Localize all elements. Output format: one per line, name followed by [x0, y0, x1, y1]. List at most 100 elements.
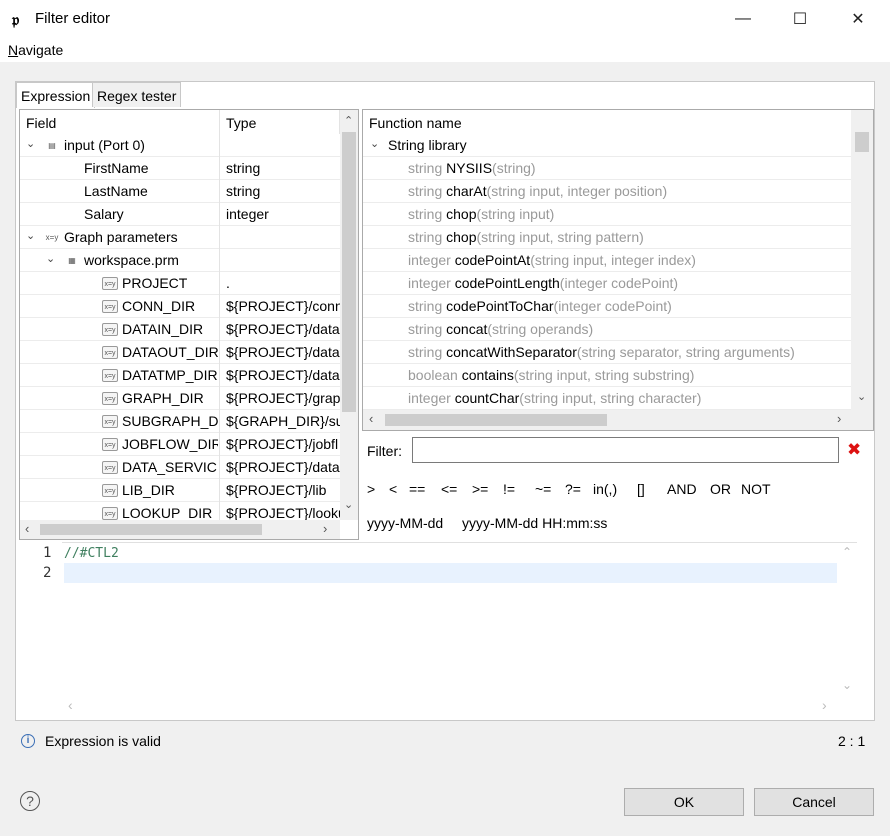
tab-regex-tester[interactable]: Regex tester	[92, 82, 182, 107]
code-line[interactable]: //#CTL2	[64, 546, 119, 561]
scroll-up-arrow-icon[interactable]: ⌃	[344, 114, 353, 127]
operator-button[interactable]: ~=	[535, 481, 551, 497]
tree-row[interactable]: FirstName string	[20, 157, 340, 180]
ok-button[interactable]: OK	[624, 788, 744, 816]
field-tree-vscrollbar[interactable]: ⌃ ⌄	[340, 110, 358, 520]
operator-button[interactable]: >	[367, 481, 375, 497]
chevron-down-icon[interactable]: ⌄	[26, 137, 35, 150]
function-row[interactable]: string charAt(string input, integer posi…	[363, 180, 851, 203]
scroll-up-arrow-icon[interactable]: ⌃	[842, 545, 852, 559]
function-name-header[interactable]: Function name	[363, 110, 851, 134]
chevron-down-icon[interactable]: ⌄	[370, 137, 379, 150]
tree-row[interactable]: x=y DATA_SERVICE_D ${PROJECT}/data	[20, 456, 340, 479]
field-tree-hscroll-thumb[interactable]	[40, 524, 262, 535]
tree-row[interactable]: x=y CONN_DIR ${PROJECT}/conn	[20, 295, 340, 318]
operator-button[interactable]: NOT	[741, 481, 771, 497]
line-number: 1	[43, 545, 52, 561]
function-list-vscroll-thumb[interactable]	[855, 132, 869, 152]
scroll-right-arrow-icon[interactable]: ›	[822, 697, 827, 713]
operator-button[interactable]: <	[389, 481, 397, 497]
operator-button[interactable]: ?=	[565, 481, 581, 497]
tree-row[interactable]: x=y GRAPH_DIR ${PROJECT}/grap	[20, 387, 340, 410]
chevron-down-icon[interactable]: ⌄	[46, 252, 55, 265]
function-row[interactable]: string concatWithSeparator(string separa…	[363, 341, 851, 364]
field-name: CONN_DIR	[122, 298, 196, 314]
help-icon[interactable]: ?	[20, 791, 40, 811]
function-row[interactable]: string codePointToChar(integer codePoint…	[363, 295, 851, 318]
function-row[interactable]: integer countChar(string input, string c…	[363, 387, 851, 410]
function-list-hscroll-thumb[interactable]	[385, 414, 607, 426]
field-type: integer	[226, 206, 269, 222]
operator-button[interactable]: []	[637, 481, 645, 497]
type-column-header[interactable]: Type	[220, 110, 340, 134]
scroll-down-arrow-icon[interactable]: ⌄	[842, 678, 852, 692]
scroll-right-arrow-icon[interactable]: ›	[323, 521, 327, 536]
column-divider	[219, 272, 220, 295]
clear-filter-icon[interactable]: ✖	[847, 440, 861, 460]
operator-button[interactable]: >=	[472, 481, 488, 497]
close-button[interactable]: ✕	[829, 0, 887, 38]
scroll-down-arrow-icon[interactable]: ⌄	[344, 498, 353, 511]
param-icon: x=y	[102, 346, 118, 359]
field-name: LOOKUP_DIR	[122, 505, 213, 521]
param-icon: x=y	[102, 415, 118, 428]
field-name: Salary	[84, 206, 124, 222]
operator-button[interactable]: AND	[667, 481, 697, 497]
tree-row[interactable]: x=y LIB_DIR ${PROJECT}/lib	[20, 479, 340, 502]
param-icon: x=y	[102, 369, 118, 382]
tree-row[interactable]: x=y DATAOUT_DIR ${PROJECT}/data	[20, 341, 340, 364]
function-row[interactable]: string chop(string input, string pattern…	[363, 226, 851, 249]
function-row[interactable]: boolean contains(string input, string su…	[363, 364, 851, 387]
function-return-type: string	[408, 344, 447, 360]
scroll-right-arrow-icon[interactable]: ›	[837, 411, 841, 426]
field-name: FirstName	[84, 160, 149, 176]
operator-button[interactable]: <=	[441, 481, 457, 497]
tree-row[interactable]: ⌄ ▤ input (Port 0)	[20, 134, 340, 157]
tree-row[interactable]: x=y DATATMP_DIR ${PROJECT}/data	[20, 364, 340, 387]
tree-row[interactable]: Salary integer	[20, 203, 340, 226]
tree-row[interactable]: x=y SUBGRAPH_DIR ${GRAPH_DIR}/su	[20, 410, 340, 433]
operator-button[interactable]: !=	[503, 481, 515, 497]
filter-input[interactable]	[412, 437, 839, 463]
tree-row[interactable]: x=y JOBFLOW_DIR ${PROJECT}/jobfl	[20, 433, 340, 456]
tree-row[interactable]: x=y PROJECT.	[20, 272, 340, 295]
minimize-button[interactable]: —	[714, 0, 772, 38]
column-divider	[219, 203, 220, 226]
field-type: string	[226, 160, 261, 176]
operator-button[interactable]: OR	[710, 481, 731, 497]
function-row[interactable]: string chop(string input)	[363, 203, 851, 226]
scroll-left-arrow-icon[interactable]: ‹	[25, 521, 29, 536]
field-tree-hscrollbar[interactable]: ‹ ›	[20, 520, 340, 539]
scroll-left-arrow-icon[interactable]: ‹	[68, 697, 73, 713]
column-divider	[219, 387, 220, 410]
operator-button[interactable]: ==	[409, 481, 425, 497]
function-row[interactable]: integer codePointAt(string input, intege…	[363, 249, 851, 272]
function-list-hscrollbar[interactable]: ‹ ›	[363, 410, 873, 430]
function-row[interactable]: string NYSIIS(string)	[363, 157, 851, 180]
field-tree[interactable]: Field Type ⌄ ▤ input (Port 0) FirstName stri…	[19, 109, 359, 540]
function-name: charAt	[446, 183, 487, 199]
tree-row[interactable]: ⌄ x=y Graph parameters	[20, 226, 340, 249]
maximize-button[interactable]: ☐	[771, 0, 829, 38]
tree-row[interactable]: LastName string	[20, 180, 340, 203]
tree-row[interactable]: ⌄ ▦ workspace.prm	[20, 249, 340, 272]
cancel-button[interactable]: Cancel	[754, 788, 874, 816]
function-row[interactable]: string concat(string operands)	[363, 318, 851, 341]
operator-button[interactable]: in(,)	[593, 481, 617, 497]
chevron-down-icon[interactable]: ⌄	[26, 229, 35, 242]
menu-navigate[interactable]: Navigate	[8, 42, 63, 58]
date-format-short[interactable]: yyyy-MM-dd	[367, 515, 443, 531]
field-column-header[interactable]: Field	[20, 110, 220, 134]
field-type: ${GRAPH_DIR}/su	[226, 413, 340, 429]
scroll-down-arrow-icon[interactable]: ⌄	[857, 390, 866, 403]
tree-row[interactable]: x=y DATAIN_DIR ${PROJECT}/data	[20, 318, 340, 341]
date-format-long[interactable]: yyyy-MM-dd HH:mm:ss	[462, 515, 607, 531]
function-list[interactable]: Function name ⌄ String library string NY…	[362, 109, 874, 431]
function-list-vscrollbar[interactable]: ⌄	[851, 110, 873, 410]
cursor-position: 2 : 1	[838, 733, 866, 749]
field-tree-vscroll-thumb[interactable]	[342, 132, 356, 412]
function-group-row[interactable]: ⌄ String library	[363, 134, 851, 157]
function-row[interactable]: integer codePointLength(integer codePoin…	[363, 272, 851, 295]
scroll-left-arrow-icon[interactable]: ‹	[369, 411, 373, 426]
tab-expression[interactable]: Expression	[16, 82, 96, 108]
